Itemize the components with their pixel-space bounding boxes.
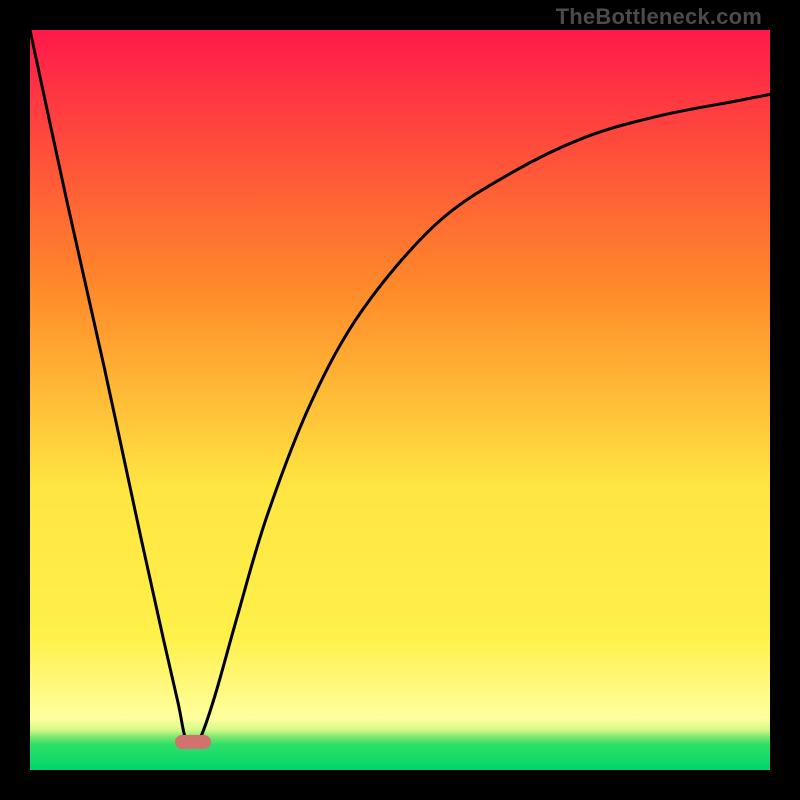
bottleneck-curve — [30, 30, 770, 746]
chart-frame — [30, 30, 770, 770]
bottleneck-curve-svg — [30, 30, 770, 770]
watermark-text: TheBottleneck.com — [556, 4, 762, 30]
optimal-point-marker — [175, 735, 211, 749]
plot-area — [30, 30, 770, 770]
